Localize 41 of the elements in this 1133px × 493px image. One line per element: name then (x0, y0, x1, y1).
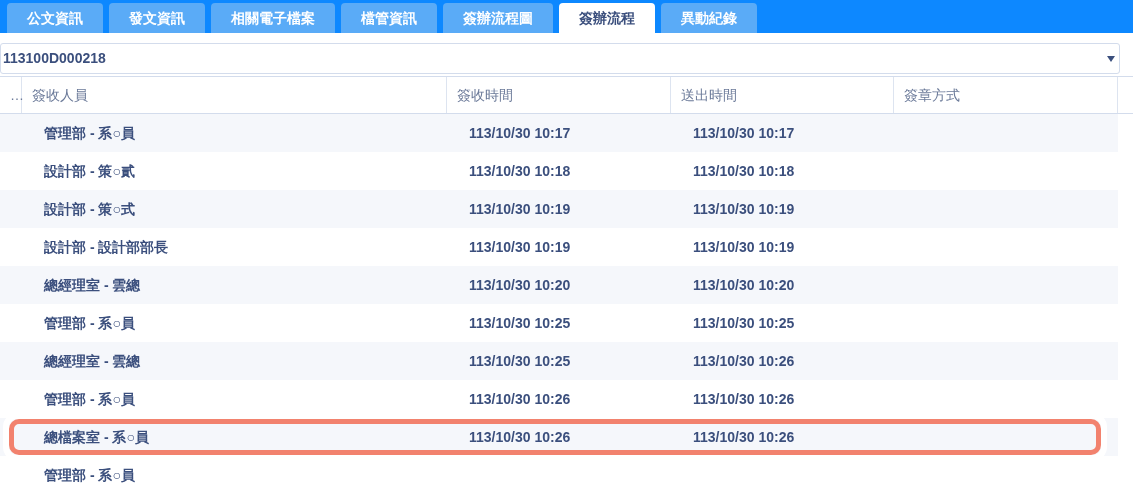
table-cell-text: 113/10/30 10:19 (469, 199, 571, 219)
table-cell-text: 113/10/30 10:19 (693, 237, 795, 257)
table-cell-text: 設計部 - 設計部部長 (44, 237, 169, 257)
table-cell-text: 113/10/30 10:26 (693, 389, 795, 409)
table-cell-text: 113/10/30 10:26 (469, 427, 571, 447)
table-cell-text: 113/10/30 10:25 (693, 313, 795, 333)
table-cell-text: 管理部 - 系○員 (44, 389, 135, 409)
table-cell-text: 113/10/30 10:17 (693, 123, 795, 143)
column-header: … (10, 85, 24, 105)
table-cell-text: 113/10/30 10:26 (693, 427, 795, 447)
table-cell-text: 113/10/30 10:19 (469, 237, 571, 257)
table-cell-text: 管理部 - 系○員 (44, 465, 135, 485)
table-cell-text: 113/10/30 10:17 (469, 123, 571, 143)
table-cell-text: 設計部 - 策○式 (44, 199, 135, 219)
table-cell-text: 113/10/30 10:19 (693, 199, 795, 219)
table-cell-text: 總檔案室 - 系○員 (44, 427, 149, 447)
column-header: 簽章方式 (904, 85, 960, 105)
tab[interactable]: 簽辦流程 (559, 3, 655, 33)
table-cell-text: 管理部 - 系○員 (44, 313, 135, 333)
table-row[interactable]: 管理部 - 系○員 113/10/30 10:17 113/10/30 10:17 (0, 114, 1118, 152)
select-value: 113100D000218 (3, 49, 106, 68)
table-cell-text: 設計部 - 策○貳 (44, 161, 135, 181)
table-cell-text: 113/10/30 10:25 (469, 351, 571, 371)
table-row[interactable]: 設計部 - 策○式 113/10/30 10:19 113/10/30 10:19 (0, 190, 1118, 228)
table-row[interactable]: 總經理室 - 雲總 113/10/30 10:25 113/10/30 10:26 (0, 342, 1118, 380)
table-cell-text: 113/10/30 10:25 (469, 313, 571, 333)
table-row[interactable]: 總經理室 - 雲總 113/10/30 10:20 113/10/30 10:20 (0, 266, 1118, 304)
column-header: 簽收人員 (32, 85, 88, 105)
table-cell-text: 113/10/30 10:18 (693, 161, 795, 181)
table-cell-text: 總經理室 - 雲總 (44, 275, 141, 295)
table-cell-text: 管理部 - 系○員 (44, 123, 135, 143)
document-select[interactable]: 113100D000218 (0, 43, 1120, 74)
table-cell-text: 113/10/30 10:18 (469, 161, 571, 181)
column-header: 送出時間 (681, 85, 737, 105)
table-cell-text: 113/10/30 10:26 (469, 389, 571, 409)
table-cell-text: 113/10/30 10:20 (693, 275, 795, 295)
table-cell-text: 總經理室 - 雲總 (44, 351, 141, 371)
table-cell-text: 113/10/30 10:20 (469, 275, 571, 295)
column-header: 簽收時間 (457, 85, 513, 105)
table-cell-text: 113/10/30 10:26 (693, 351, 795, 371)
dropdown-arrow-icon (1107, 55, 1115, 62)
